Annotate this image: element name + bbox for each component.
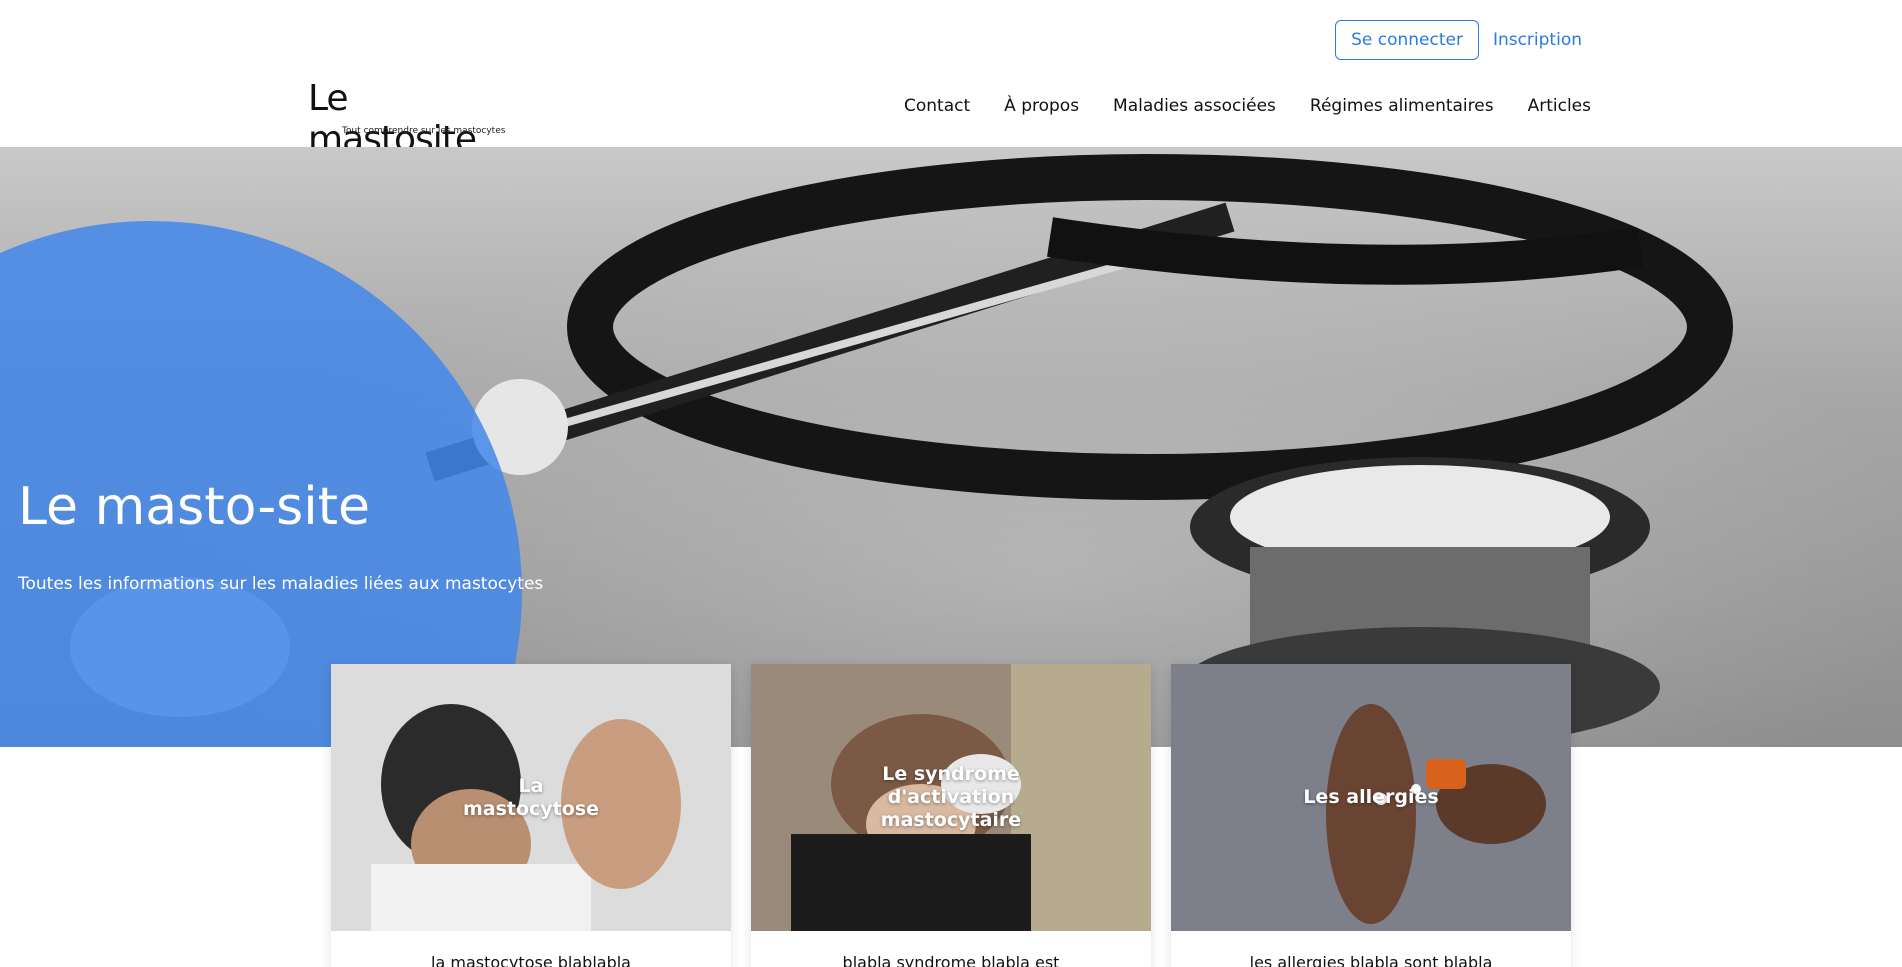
card-excerpt: les allergies blabla sont blabla	[1249, 953, 1493, 967]
nav-about[interactable]: À propos	[1004, 96, 1079, 116]
card-excerpt: la mastocytose blablabla	[431, 953, 631, 967]
logo-tagline: Tout comprendre sur les mastocytes	[342, 126, 506, 136]
site-header: Le mastosite Tout comprendre sur les mas…	[0, 74, 1902, 160]
auth-bar: Se connecter Inscription	[1335, 20, 1582, 60]
card-image: La mastocytose	[331, 664, 731, 931]
site-logo[interactable]: Le mastosite Tout comprendre sur les mas…	[308, 78, 518, 160]
nav-articles[interactable]: Articles	[1528, 96, 1591, 116]
nav-contact[interactable]: Contact	[904, 96, 970, 116]
nav-diets[interactable]: Régimes alimentaires	[1310, 96, 1494, 116]
nav-diseases[interactable]: Maladies associées	[1113, 96, 1276, 116]
card-allergies[interactable]: Les allergies les allergies blabla sont …	[1171, 664, 1571, 967]
login-button[interactable]: Se connecter	[1335, 20, 1479, 60]
hero-title: Le masto-site	[18, 477, 371, 537]
card-image: Le syndrome d'activation mastocytaire	[751, 664, 1151, 931]
signup-link[interactable]: Inscription	[1493, 30, 1582, 50]
card-mastocytosis[interactable]: La mastocytose la mastocytose blablabla	[331, 664, 731, 967]
card-excerpt: blabla syndrome blabla est	[842, 953, 1060, 967]
main-nav: Contact À propos Maladies associées Régi…	[904, 96, 1591, 116]
card-image: Les allergies	[1171, 664, 1571, 931]
card-title: Les allergies	[1303, 786, 1439, 809]
card-mcas[interactable]: Le syndrome d'activation mastocytaire bl…	[751, 664, 1151, 967]
hero-subtitle: Toutes les informations sur les maladies…	[18, 574, 544, 594]
card-title: Le syndrome d'activation mastocytaire	[880, 763, 1022, 831]
card-title: La mastocytose	[462, 774, 600, 820]
hero-banner: Le masto-site Toutes les informations su…	[0, 147, 1902, 747]
topic-cards: La mastocytose la mastocytose blablabla …	[331, 664, 1571, 967]
